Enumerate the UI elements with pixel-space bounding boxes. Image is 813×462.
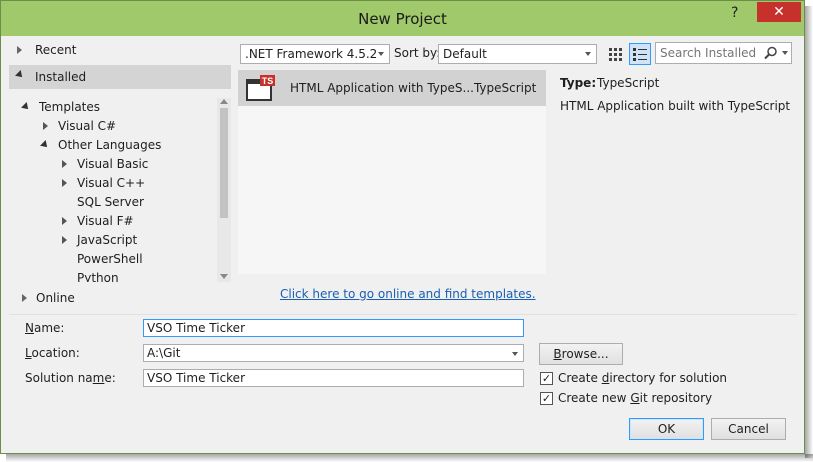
help-button[interactable]: ? [731, 5, 738, 21]
solution-name-label: Solution name: [25, 371, 116, 385]
location-label: Location: [25, 346, 80, 360]
window-shadow-right [805, 6, 813, 458]
tree-item-label: Visual F# [77, 214, 134, 228]
svg-text:TS: TS [262, 76, 274, 86]
expand-arrow-icon[interactable] [62, 179, 67, 187]
small-icons-view-button[interactable] [605, 44, 625, 64]
nav-installed-label: Installed [35, 70, 87, 84]
tree-item[interactable]: Python [9, 269, 217, 282]
sort-by-value: Default [443, 47, 487, 61]
expand-arrow-icon[interactable] [62, 160, 67, 168]
scroll-down-icon[interactable] [220, 274, 228, 279]
tree-item-label: SQL Server [77, 195, 144, 209]
name-label: Name: [25, 321, 65, 335]
tree-item[interactable]: Visual C# [9, 117, 217, 136]
tree-item-label: Python [77, 271, 119, 282]
chevron-down-icon [512, 352, 518, 356]
collapse-installed-icon[interactable] [15, 70, 25, 80]
window-shadow-bottom [6, 454, 813, 462]
type-label: Type: [560, 76, 597, 90]
ok-button[interactable]: OK [629, 418, 704, 440]
create-git-repo-checkbox[interactable]: ✓ [540, 392, 553, 405]
window-title: New Project [358, 10, 447, 28]
tree-item[interactable]: Visual F# [9, 212, 217, 231]
location-combobox[interactable]: A:\Git [143, 344, 524, 362]
grid-view-icon [609, 48, 622, 61]
expand-arrow-icon[interactable] [43, 122, 48, 130]
solution-name-field[interactable]: VSO Time Ticker [143, 369, 524, 387]
close-button[interactable]: ✕ [757, 2, 801, 22]
new-project-dialog: New Project ? ✕ Recent Installed Templat… [0, 0, 805, 454]
tree-item-label: PowerShell [77, 252, 143, 266]
tree-item-label: Templates [39, 100, 101, 114]
chevron-down-icon [378, 52, 384, 56]
nav-installed[interactable]: Installed [9, 65, 231, 89]
cancel-button[interactable]: Cancel [711, 418, 786, 440]
search-options-chevron-icon[interactable] [782, 51, 788, 55]
scrollbar-thumb[interactable] [220, 108, 228, 218]
type-value: TypeScript [597, 76, 660, 90]
tree-item-label: JavaScript [77, 233, 138, 247]
collapse-arrow-icon[interactable] [40, 140, 50, 150]
framework-select[interactable]: .NET Framework 4.5.2 [240, 44, 390, 64]
online-templates-link[interactable]: Click here to go online and find templat… [280, 287, 536, 301]
template-description: HTML Application built with TypeScript [560, 99, 791, 113]
tree-item-label: Visual C++ [77, 176, 146, 190]
chevron-down-icon [585, 52, 591, 56]
typescript-html-app-icon: TS [246, 75, 275, 101]
create-git-repo-label: Create new Git repository [558, 391, 713, 405]
list-view-icon [633, 48, 647, 61]
title-bar[interactable]: New Project ? ✕ [1, 1, 804, 36]
tree-scrollbar[interactable] [217, 98, 231, 282]
list-view-button[interactable] [629, 43, 651, 65]
tree-item[interactable]: JavaScript [9, 231, 217, 250]
tree-item[interactable]: Visual C++ [9, 174, 217, 193]
tree-item-label: Visual Basic [77, 157, 149, 171]
expand-online-icon[interactable] [22, 294, 27, 302]
dialog-content: Recent Installed Templates Visual C# Other… [9, 36, 797, 449]
location-value: A:\Git [147, 346, 181, 360]
tree-item[interactable]: Visual Basic [9, 155, 217, 174]
tree-item[interactable]: Other Languages [9, 136, 217, 155]
nav-online-label: Online [36, 291, 75, 305]
create-directory-checkbox[interactable]: ✓ [540, 372, 553, 385]
template-list: TS HTML Application with TypeS...TypeScr… [238, 70, 546, 274]
project-form: Name: VSO Time Ticker Location: A:\Git B… [9, 314, 797, 449]
search-box[interactable] [655, 42, 792, 64]
template-item[interactable]: TS HTML Application with TypeS...TypeScr… [238, 70, 546, 106]
template-name: HTML Application with TypeS...TypeScript [290, 81, 537, 95]
framework-select-value: .NET Framework 4.5.2 [245, 47, 378, 61]
sort-by-select[interactable]: Default [438, 44, 597, 64]
name-field[interactable]: VSO Time Ticker [143, 319, 524, 337]
nav-recent[interactable]: Recent [9, 38, 231, 62]
sort-by-label: Sort by: [394, 46, 441, 60]
expand-arrow-icon[interactable] [62, 217, 67, 225]
create-directory-label: Create directory for solution [558, 371, 728, 385]
expand-recent-icon[interactable] [17, 46, 22, 54]
template-tree: Templates Visual C# Other Languages Visual … [9, 98, 231, 282]
nav-online[interactable]: Online [9, 286, 231, 310]
browse-button[interactable]: Browse... [539, 343, 623, 365]
tree-item[interactable]: Templates [9, 98, 217, 117]
left-nav-pane: Recent Installed Templates Visual C# Other… [9, 36, 231, 314]
tree-item[interactable]: PowerShell [9, 250, 217, 269]
nav-recent-label: Recent [35, 43, 77, 57]
tree-item-label: Visual C# [58, 119, 117, 133]
search-input[interactable] [658, 44, 762, 62]
scroll-up-icon[interactable] [220, 99, 228, 104]
expand-arrow-icon[interactable] [62, 236, 67, 244]
search-icon[interactable] [764, 46, 778, 60]
collapse-arrow-icon[interactable] [21, 102, 31, 112]
tree-item-label: Other Languages [58, 138, 162, 152]
tree-item[interactable]: SQL Server [9, 193, 217, 212]
